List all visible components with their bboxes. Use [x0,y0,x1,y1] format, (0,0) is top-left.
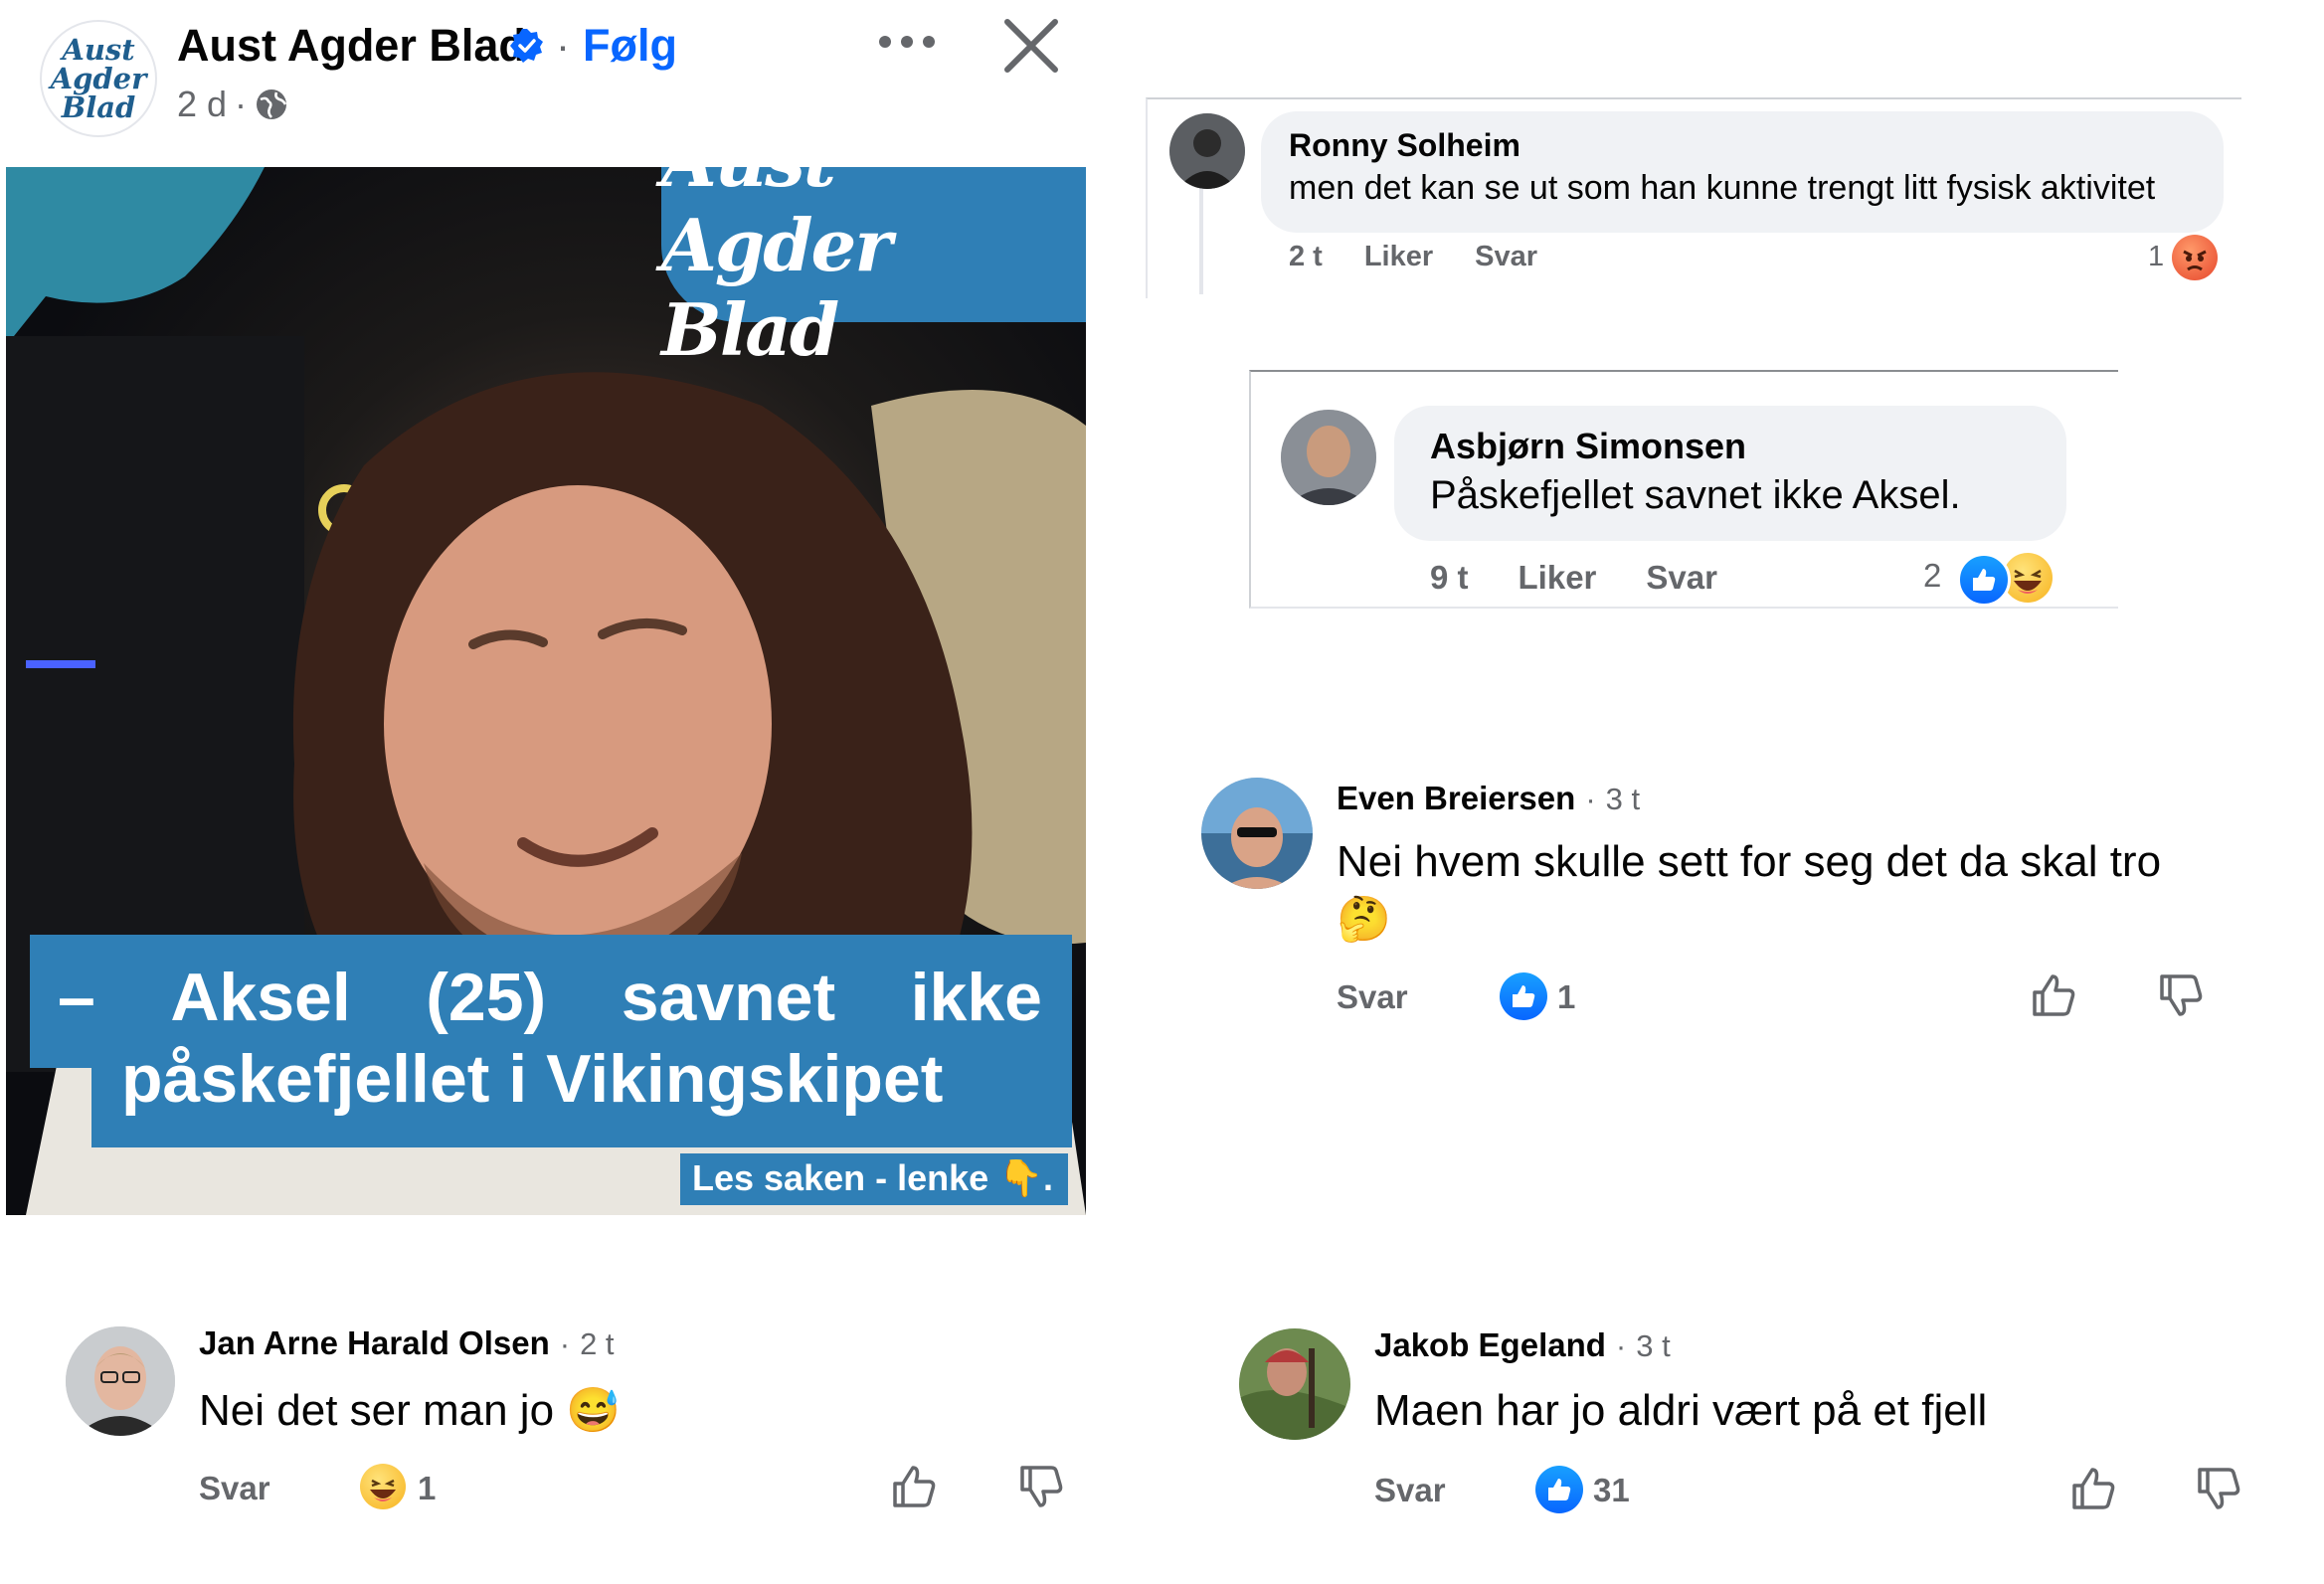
comment-text: Nei hvem skulle sett for seg det da skal… [1337,837,2162,886]
reaction-count[interactable]: 1 [1557,978,1575,1016]
thread-line [1199,171,1203,294]
like-reaction-icon [1535,1466,1583,1513]
headline-word: (25) [426,960,547,1035]
comment-header: Jan Arne Harald Olsen · 2 t [199,1324,615,1362]
reaction-count[interactable]: 1 [418,1470,436,1507]
comment-time: 3 t [1605,782,1641,816]
avatar-photo [1281,410,1376,505]
follow-button[interactable]: Følg [583,20,677,72]
like-icon[interactable] [2029,970,2078,1020]
commenter-name[interactable]: Asbjørn Simonsen [1430,426,1746,467]
post-time: 2 d [177,84,228,124]
post-meta: 2 d · [177,84,288,125]
avatar-photo [1169,113,1245,189]
brand-badge: Aust Agder Blad [661,118,1086,372]
headline-line-2: påskefjellet i Vikingskipet [121,1041,944,1117]
angry-reaction-icon [2172,235,2218,280]
read-more-text: Les saken - lenke 👇. [692,1157,1053,1198]
separator-dot: · [556,22,570,69]
commenter-avatar[interactable] [1281,410,1376,505]
comment-text: Påskefjellet savnet ikke Aksel. [1430,473,1961,517]
comment-header: Jakob Egeland · 3 t [1374,1326,1671,1364]
comment-time-dot: · [1615,1328,1627,1363]
avatar-photo [1239,1328,1350,1440]
comment-actions: 2 t Liker Svar [1289,241,1537,273]
more-options-icon[interactable] [875,30,939,54]
commenter-avatar[interactable] [1169,113,1245,189]
avatar-photo [1201,778,1313,889]
dislike-icon[interactable] [1016,1462,1066,1511]
reaction-count[interactable]: 1 [2148,241,2164,273]
like-icon[interactable] [889,1462,939,1511]
comment-time: 9 t [1430,559,1469,596]
dislike-icon[interactable] [2194,1464,2243,1513]
close-icon[interactable] [999,14,1063,78]
reaction-count[interactable]: 2 [1923,557,1941,595]
like-button[interactable]: Liker [1364,241,1433,273]
commenter-avatar[interactable] [1239,1328,1350,1440]
reply-button[interactable]: Svar [1337,978,1408,1016]
comment-time-dot: · [1585,782,1596,816]
verified-badge-icon [510,29,543,63]
reply-button[interactable]: Svar [1374,1472,1446,1509]
avatar-photo [66,1326,175,1436]
comment-time: 3 t [1636,1328,1671,1363]
globe-icon [257,89,287,119]
like-reaction-icon [1957,553,2011,607]
like-button[interactable]: Liker [1519,559,1597,597]
reply-button[interactable]: Svar [199,1470,270,1507]
reply-button[interactable]: Svar [1475,241,1537,273]
page-avatar[interactable]: Aust Agder Blad [40,20,157,137]
dislike-icon[interactable] [2156,970,2206,1020]
reply-button[interactable]: Svar [1646,559,1717,597]
page-logo-text: Aust Agder Blad [50,32,147,124]
comment-time: 2 t [580,1326,615,1361]
commenter-name[interactable]: Ronny Solheim [1289,127,1520,164]
comment-text: men det kan se ut som han kunne trengt l… [1289,169,2156,207]
headline-line-1: – Aksel (25) savnet ikke [58,959,1042,1036]
commenter-avatar[interactable] [1201,778,1313,889]
comment-text: Maen har jo aldri vært på et fjell [1374,1386,1988,1435]
haha-reaction-icon [360,1464,406,1509]
brand-badge-text: Aust Agder Blad [661,117,892,372]
reaction-count[interactable]: 31 [1593,1472,1630,1509]
commenter-avatar[interactable] [66,1326,175,1436]
comment-time: 2 t [1289,241,1323,272]
like-icon[interactable] [2068,1464,2118,1513]
commenter-name[interactable]: Jan Arne Harald Olsen [199,1324,550,1362]
headline-word: Aksel [170,960,351,1035]
page-name[interactable]: Aust Agder Blad [177,20,526,72]
comment-text: Nei det ser man jo 😅 [199,1386,622,1435]
comment-header: Even Breiersen · 3 t [1337,780,1640,817]
post-meta-dot: · [235,84,248,124]
comment-time-dot: · [559,1326,571,1361]
comment-emoji: 🤔 [1337,895,1391,944]
comment-actions: 9 t Liker Svar [1430,559,1717,597]
headline-word: savnet [621,960,836,1035]
like-reaction-icon [1500,972,1547,1020]
headline-word: – [58,960,95,1035]
commenter-name[interactable]: Jakob Egeland [1374,1326,1606,1364]
headline-word: ikke [910,960,1042,1035]
commenter-name[interactable]: Even Breiersen [1337,780,1575,817]
